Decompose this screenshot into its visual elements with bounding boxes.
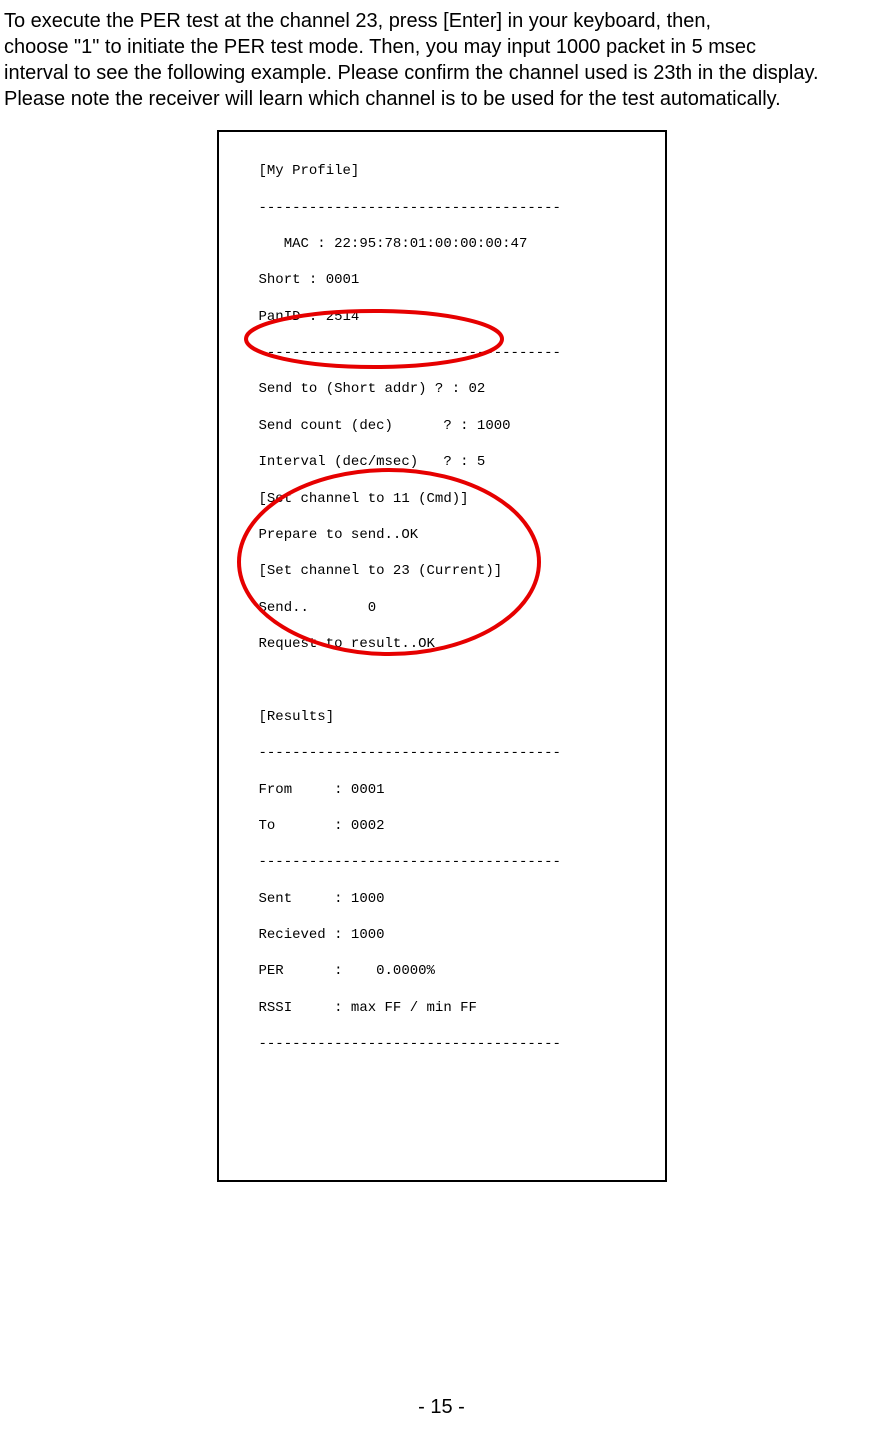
intro-line: interval to see the following example. P…: [4, 60, 879, 86]
terminal-line: Sent : 1000: [259, 890, 655, 908]
terminal-line: Recieved : 1000: [259, 926, 655, 944]
terminal-line: [My Profile]: [259, 162, 655, 180]
intro-line: Please note the receiver will learn whic…: [4, 86, 879, 112]
terminal-line: Send count (dec) ? : 1000: [259, 417, 655, 435]
terminal-line: [Set channel to 11 (Cmd)]: [259, 490, 655, 508]
terminal-line: PER : 0.0000%: [259, 962, 655, 980]
terminal-output-box: [My Profile] ---------------------------…: [217, 130, 667, 1182]
terminal-line: [Set channel to 23 (Current)]: [259, 562, 655, 580]
terminal-line: ------------------------------------: [259, 744, 655, 762]
terminal-line: [Results]: [259, 708, 655, 726]
terminal-line: Prepare to send..OK: [259, 526, 655, 544]
terminal-line: Send.. 0: [259, 599, 655, 617]
terminal-line: RSSI : max FF / min FF: [259, 999, 655, 1017]
terminal-line: Short : 0001: [259, 271, 655, 289]
intro-paragraph: To execute the PER test at the channel 2…: [0, 0, 883, 112]
terminal-line: From : 0001: [259, 781, 655, 799]
intro-line: To execute the PER test at the channel 2…: [4, 8, 879, 34]
terminal-line: PanID : 2514: [259, 308, 655, 326]
terminal-line: ------------------------------------: [259, 344, 655, 362]
terminal-line: MAC : 22:95:78:01:00:00:00:47: [259, 235, 655, 253]
terminal-line: Request to result..OK: [259, 635, 655, 653]
terminal-line: Send to (Short addr) ? : 02: [259, 380, 655, 398]
terminal-line: ------------------------------------: [259, 199, 655, 217]
terminal-line: Interval (dec/msec) ? : 5: [259, 453, 655, 471]
terminal-line: To : 0002: [259, 817, 655, 835]
terminal-line: ------------------------------------: [259, 1035, 655, 1053]
page-number: - 15 -: [0, 1396, 883, 1419]
terminal-line: ------------------------------------: [259, 853, 655, 871]
intro-line: choose "1" to initiate the PER test mode…: [4, 34, 879, 60]
